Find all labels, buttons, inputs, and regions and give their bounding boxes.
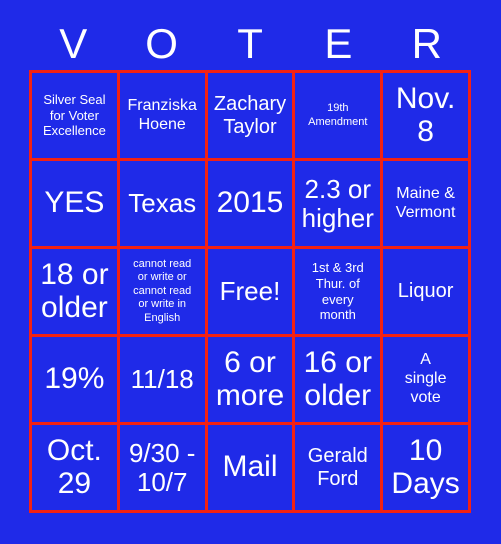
bingo-cell-label: 19% xyxy=(44,362,105,396)
bingo-cell[interactable]: Free! xyxy=(207,249,293,334)
bingo-cell-label: Zachary Taylor xyxy=(213,92,287,138)
bingo-cell[interactable]: Oct. 29 xyxy=(32,425,117,510)
bingo-cell[interactable]: 1st & 3rd Thur. of every month xyxy=(295,249,381,334)
bingo-cell[interactable]: Franziska Hoene xyxy=(119,73,205,158)
bingo-cell-label: Gerald Ford xyxy=(307,444,368,490)
bingo-cell[interactable]: 10 Days xyxy=(383,425,468,510)
bingo-cell[interactable]: 11/18 xyxy=(119,337,205,422)
bingo-cell-label: 10 Days xyxy=(391,434,460,500)
bingo-cell-label: 1st & 3rd Thur. of every month xyxy=(311,260,364,323)
bingo-cell[interactable]: A single vote xyxy=(383,337,468,422)
header-letter-5: R xyxy=(411,20,442,67)
bingo-cell-label: 2.3 or higher xyxy=(301,173,374,233)
bingo-cell-label: 2015 xyxy=(216,186,284,220)
bingo-cell-label: 19th Amendment xyxy=(308,102,368,128)
bingo-cell-label: 6 or more xyxy=(215,346,285,412)
bingo-cell-label: Liquor xyxy=(397,280,454,303)
bingo-cell-label: 18 or older xyxy=(40,258,109,324)
bingo-cell[interactable]: 19% xyxy=(32,337,117,422)
bingo-cell[interactable]: Silver Seal for Voter Excellence xyxy=(32,73,117,158)
bingo-header: V O T E R xyxy=(29,18,471,70)
bingo-cell[interactable]: Gerald Ford xyxy=(295,425,381,510)
bingo-cell[interactable]: Maine & Vermont xyxy=(383,161,468,246)
bingo-cell[interactable]: cannot read or write or cannot read or w… xyxy=(119,249,205,334)
bingo-cell[interactable]: YES xyxy=(32,161,117,246)
bingo-cell[interactable]: 19th Amendment xyxy=(295,73,381,158)
bingo-cell-label: Maine & Vermont xyxy=(395,184,456,221)
bingo-cell-label: A single vote xyxy=(404,351,447,406)
bingo-cell-label: 11/18 xyxy=(130,364,194,395)
header-letter-4: E xyxy=(324,20,353,67)
bingo-cell[interactable]: Mail xyxy=(207,425,293,510)
header-letter-1: V xyxy=(59,20,88,67)
bingo-cell[interactable]: Texas xyxy=(119,161,205,246)
bingo-cell-label: YES xyxy=(44,186,105,220)
bingo-cell-label: cannot read or write or cannot read or w… xyxy=(133,257,192,324)
bingo-cell-label: Nov. 8 xyxy=(395,82,456,148)
bingo-cell-label: Oct. 29 xyxy=(46,434,102,500)
bingo-cell[interactable]: Zachary Taylor xyxy=(207,73,293,158)
bingo-grid: Silver Seal for Voter Excellence Franzisk… xyxy=(29,70,471,513)
bingo-cell[interactable]: 9/30 - 10/7 xyxy=(119,425,205,510)
bingo-cell-label: Free! xyxy=(219,276,281,307)
bingo-cell-label: Mail xyxy=(222,450,278,484)
header-letter-2: O xyxy=(145,20,178,67)
header-letter-3: T xyxy=(237,20,263,67)
bingo-cell[interactable]: 18 or older xyxy=(32,249,117,334)
bingo-cell[interactable]: 2015 xyxy=(207,161,293,246)
bingo-cell[interactable]: 6 or more xyxy=(207,337,293,422)
bingo-cell-label: Franziska Hoene xyxy=(127,96,197,133)
bingo-cell[interactable]: 16 or older xyxy=(295,337,381,422)
bingo-cell[interactable]: Nov. 8 xyxy=(383,73,468,158)
bingo-cell-label: Texas xyxy=(128,188,197,219)
bingo-card: V O T E R Silver Seal for Voter Excellen… xyxy=(0,0,501,544)
bingo-cell[interactable]: 2.3 or higher xyxy=(295,161,381,246)
bingo-cell[interactable]: Liquor xyxy=(383,249,468,334)
bingo-cell-label: 16 or older xyxy=(303,346,372,412)
bingo-cell-label: 9/30 - 10/7 xyxy=(128,437,196,497)
bingo-cell-label: Silver Seal for Voter Excellence xyxy=(42,92,106,139)
